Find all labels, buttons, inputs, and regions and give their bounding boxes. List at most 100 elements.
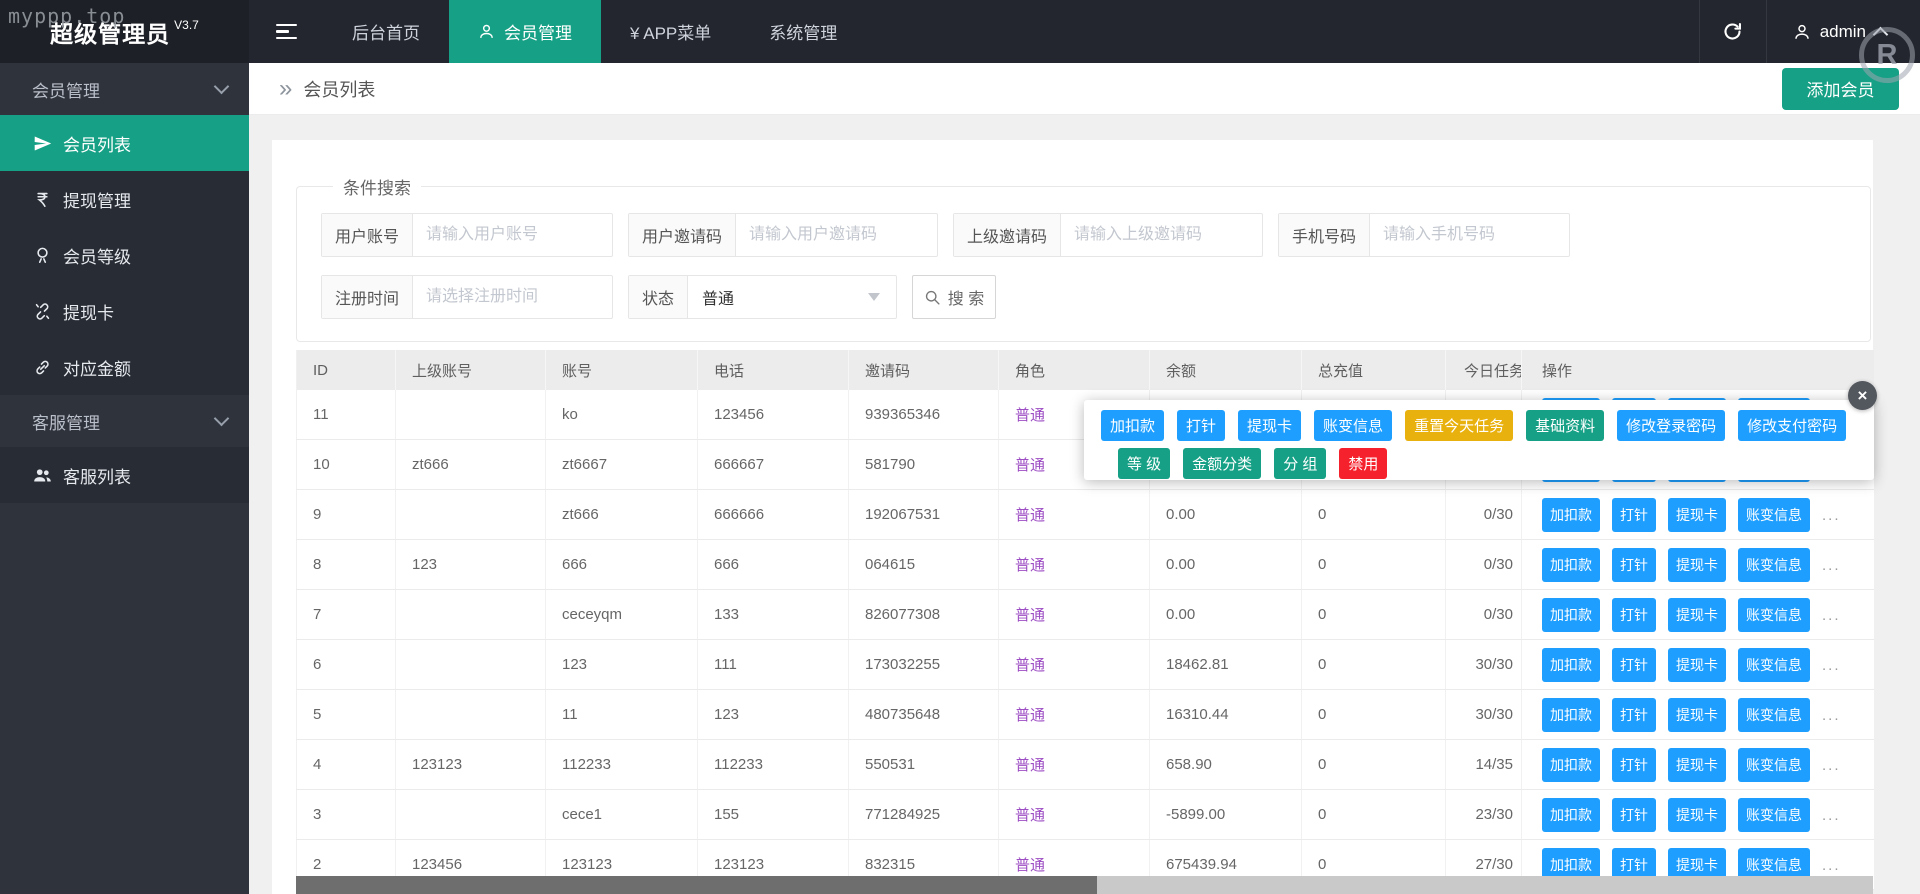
popup-action-button[interactable]: 分 组 [1274, 448, 1326, 479]
row-action-button[interactable]: 加扣款 [1542, 498, 1600, 532]
status-select[interactable]: 状态 普通 [628, 275, 897, 319]
navbar-item[interactable]: 系统管理 [740, 0, 866, 63]
row-action-button[interactable]: 打针 [1612, 798, 1656, 832]
people-icon [33, 466, 52, 485]
row-more-actions[interactable]: ... [1822, 607, 1841, 624]
row-action-button[interactable]: 加扣款 [1542, 648, 1600, 682]
search-field-input[interactable] [1370, 214, 1569, 256]
sidebar-item[interactable]: 提现管理 [0, 171, 249, 227]
popup-action-button[interactable]: 禁用 [1339, 448, 1387, 479]
search-button[interactable]: 搜 索 [912, 275, 996, 319]
row-more-actions[interactable]: ... [1822, 507, 1841, 524]
navbar-item[interactable]: 后台首页 [323, 0, 449, 63]
row-action-button[interactable]: 提现卡 [1668, 598, 1726, 632]
sidebar-group-header[interactable]: 客服管理 [0, 395, 249, 447]
popup-action-button[interactable]: 重置今天任务 [1405, 410, 1513, 441]
row-more-actions[interactable]: ... [1822, 707, 1841, 724]
sidebar-toggle-button[interactable] [249, 0, 323, 63]
popup-row-2: 等 级金额分类分 组禁用 [1118, 448, 1874, 479]
row-action-button[interactable]: 打针 [1612, 548, 1656, 582]
row-action-button[interactable]: 提现卡 [1668, 798, 1726, 832]
table-row: 8123666666064615普通0.0000/30加扣款打针提现卡账变信息.… [297, 540, 1874, 590]
sidebar-item-label: 提现管理 [63, 187, 131, 212]
row-action-button[interactable]: 提现卡 [1668, 498, 1726, 532]
row-action-button[interactable]: 打针 [1612, 648, 1656, 682]
cell-task: 0/30 [1446, 590, 1522, 640]
row-action-button[interactable]: 提现卡 [1668, 648, 1726, 682]
add-member-button[interactable]: 添加会员 [1782, 68, 1899, 110]
row-action-button[interactable]: 加扣款 [1542, 698, 1600, 732]
search-field-input[interactable] [413, 276, 612, 318]
navbar-item-label: 会员管理 [504, 19, 572, 44]
row-action-button[interactable]: 加扣款 [1542, 548, 1600, 582]
row-more-actions[interactable]: ... [1822, 757, 1841, 774]
cell-phone: 666666 [698, 490, 849, 540]
cell-recharge: 0 [1302, 790, 1446, 840]
column-header: 账号 [546, 350, 698, 390]
sidebar-item[interactable]: 会员等级 [0, 227, 249, 283]
search-field-input[interactable] [736, 214, 937, 256]
cell-parent [396, 640, 546, 690]
row-action-button[interactable]: 加扣款 [1542, 748, 1600, 782]
cell-phone: 111 [698, 640, 849, 690]
search-field: 手机号码 [1278, 213, 1570, 257]
sidebar-item-label: 提现卡 [63, 299, 114, 324]
row-action-button[interactable]: 账变信息 [1738, 548, 1810, 582]
close-icon[interactable]: × [1848, 381, 1877, 410]
sidebar-item[interactable]: 客服列表 [0, 447, 249, 503]
row-more-actions[interactable]: ... [1822, 807, 1841, 824]
row-action-button[interactable]: 账变信息 [1738, 748, 1810, 782]
row-action-button[interactable]: 打针 [1612, 498, 1656, 532]
cell-parent [396, 490, 546, 540]
search-field-input[interactable] [413, 214, 612, 256]
row-action-button[interactable]: 账变信息 [1738, 798, 1810, 832]
cell-id: 8 [297, 540, 396, 590]
navbar-item-label: ¥ APP菜单 [630, 19, 711, 44]
row-action-button[interactable]: 加扣款 [1542, 798, 1600, 832]
sidebar-item[interactable]: 对应金额 [0, 339, 249, 395]
row-action-button[interactable]: 账变信息 [1738, 598, 1810, 632]
cell-balance: 658.90 [1150, 740, 1302, 790]
row-action-button[interactable]: 加扣款 [1542, 598, 1600, 632]
row-action-button[interactable]: 账变信息 [1738, 698, 1810, 732]
popup-action-button[interactable]: 基础资料 [1526, 410, 1604, 441]
row-more-actions[interactable]: ... [1822, 557, 1841, 574]
popup-action-button[interactable]: 修改登录密码 [1617, 410, 1725, 441]
row-action-button[interactable]: 打针 [1612, 698, 1656, 732]
navbar-item[interactable]: 会员管理 [449, 0, 601, 63]
row-more-actions[interactable]: ... [1822, 857, 1841, 874]
popup-action-button[interactable]: 打针 [1177, 410, 1225, 441]
row-action-button[interactable]: 提现卡 [1668, 698, 1726, 732]
cell-account: ko [546, 390, 698, 440]
cell-role: 普通 [999, 490, 1150, 540]
popup-action-button[interactable]: 提现卡 [1238, 410, 1301, 441]
navbar-item[interactable]: ¥ APP菜单 [601, 0, 740, 63]
person-icon [1793, 23, 1811, 41]
search-field-input[interactable] [1061, 214, 1262, 256]
row-action-button[interactable]: 提现卡 [1668, 548, 1726, 582]
sidebar-item[interactable]: 会员列表 [0, 115, 249, 171]
sidebar-item[interactable]: 提现卡 [0, 283, 249, 339]
popup-action-button[interactable]: 金额分类 [1183, 448, 1261, 479]
cell-recharge: 0 [1302, 490, 1446, 540]
popup-action-button[interactable]: 账变信息 [1314, 410, 1392, 441]
sidebar-item-label: 会员列表 [63, 131, 131, 156]
popup-action-button[interactable]: 修改支付密码 [1738, 410, 1846, 441]
user-menu[interactable]: admin [1767, 0, 1920, 63]
horizontal-scrollbar[interactable] [296, 876, 1873, 894]
refresh-button[interactable] [1699, 0, 1767, 63]
row-action-button[interactable]: 账变信息 [1738, 648, 1810, 682]
cell-parent [396, 790, 546, 840]
sidebar-group-header[interactable]: 会员管理 [0, 63, 249, 115]
row-action-button[interactable]: 打针 [1612, 598, 1656, 632]
row-action-button[interactable]: 打针 [1612, 748, 1656, 782]
navbar-menu: 后台首页 会员管理 ¥ APP菜单 系统管理 [323, 0, 866, 63]
row-action-button[interactable]: 账变信息 [1738, 498, 1810, 532]
popup-action-button[interactable]: 加扣款 [1101, 410, 1164, 441]
row-more-actions[interactable]: ... [1822, 657, 1841, 674]
row-action-button[interactable]: 提现卡 [1668, 748, 1726, 782]
search-field: 注册时间 [321, 275, 613, 319]
popup-action-button[interactable]: 等 级 [1118, 448, 1170, 479]
cell-account: ceceyqm [546, 590, 698, 640]
scrollbar-thumb[interactable] [296, 876, 1097, 894]
